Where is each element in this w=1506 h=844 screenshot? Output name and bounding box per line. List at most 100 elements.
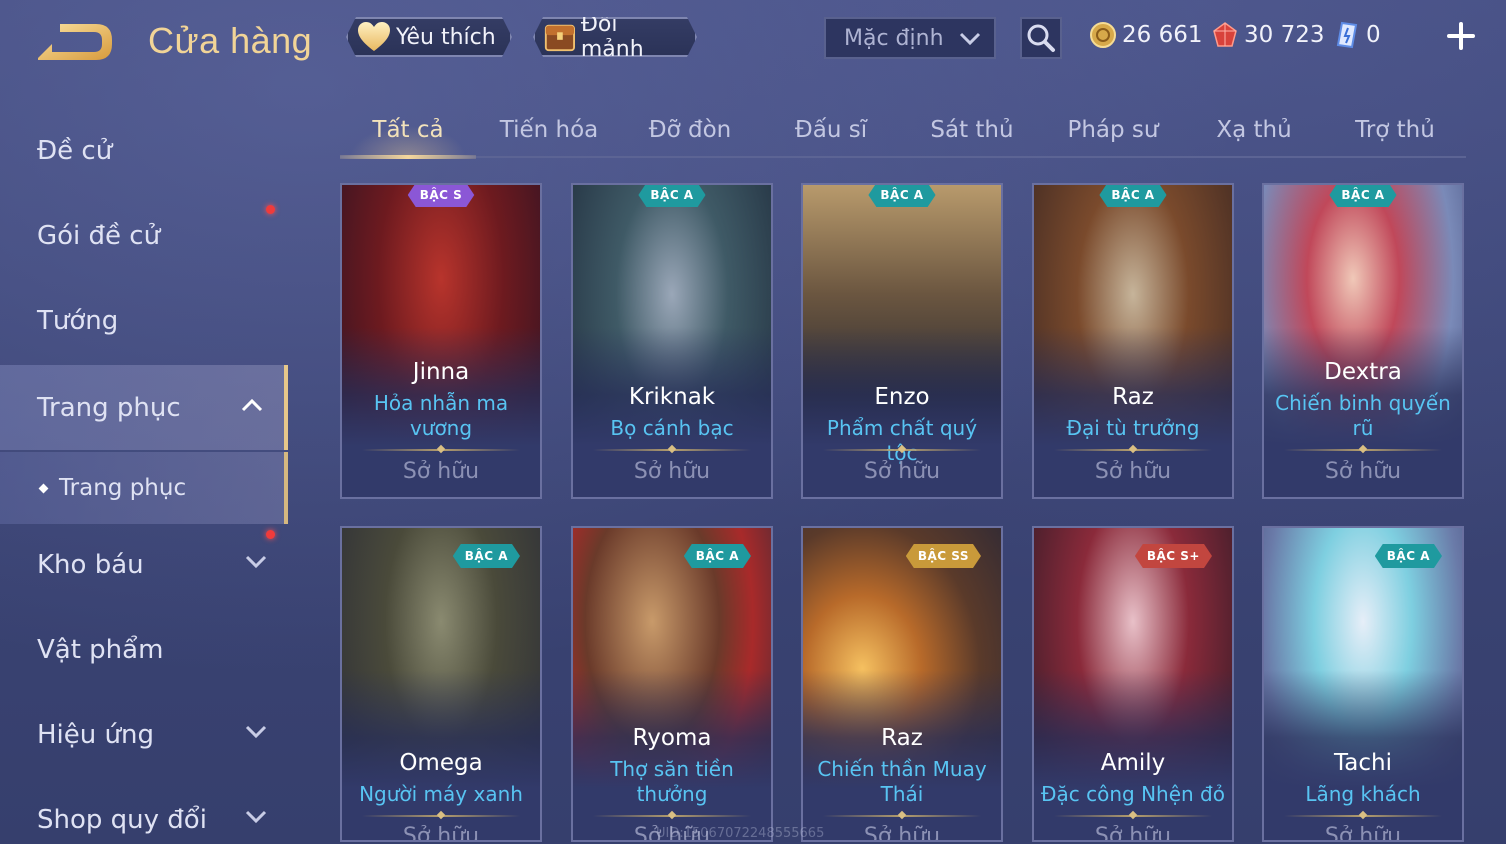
skin-name: Người máy xanh: [359, 782, 523, 806]
tab-label: Đỡ đòn: [648, 117, 732, 143]
chevron-up-icon: [241, 398, 263, 412]
sidebar-item-label: Hiệu ứng: [37, 719, 154, 750]
tier-badge: BẬC A: [868, 183, 935, 207]
sort-value: Mặc định: [844, 25, 944, 51]
ruby-amount: 30 723: [1244, 22, 1325, 48]
sidebar-item-label: Vật phẩm: [37, 634, 164, 665]
ruby-gem-icon: [1213, 22, 1237, 47]
tier-badge: BẬC SS: [906, 544, 981, 568]
tier-badge: BẬC A: [1329, 183, 1396, 207]
tab-fighter[interactable]: Đấu sĩ: [763, 104, 899, 156]
tab-assassin[interactable]: Sát thủ: [904, 104, 1040, 156]
tier-badge: BẬC A: [1375, 544, 1442, 568]
shard-exchange-label: Đổi mảnh: [580, 12, 644, 62]
ownership-status: Sở hữu: [1094, 459, 1172, 484]
hero-name: Amily: [1100, 750, 1166, 776]
hero-name: Omega: [399, 750, 483, 776]
page-title: Cửa hàng: [148, 20, 313, 61]
gold-balance: 26 661: [1090, 18, 1202, 52]
sidebar-item-effects[interactable]: Hiệu ứng: [0, 692, 288, 777]
uid-watermark: UID:15067072248555665: [656, 826, 825, 841]
tier-badge: BẬC S+: [1135, 544, 1212, 568]
skin-card[interactable]: BẬC A Dextra Chiến binh quyến rũ Sở hữu: [1262, 183, 1464, 499]
skin-card[interactable]: BẬC SS Raz Chiến thần Muay Thái Sở hữu: [801, 526, 1003, 842]
skin-name: Thợ săn tiền thưởng: [610, 757, 734, 806]
sidebar-item-items[interactable]: Vật phẩm: [0, 607, 288, 692]
card-divider: [1054, 815, 1212, 817]
tab-label: Pháp sư: [1067, 117, 1159, 143]
ownership-status: Sở hữu: [1324, 459, 1402, 484]
skin-grid: BẬC S Jinna Hỏa nhẫn ma vương Sở hữu BẬC…: [340, 183, 1470, 844]
tab-label: Xạ thủ: [1216, 117, 1292, 143]
sidebar-item-heroes[interactable]: Tướng: [0, 278, 288, 363]
heart-icon: [356, 21, 392, 53]
notification-dot: [266, 205, 275, 214]
tier-badge: BẬC A: [453, 544, 520, 568]
sidebar-item-label: Tướng: [37, 305, 119, 336]
tab-tank[interactable]: Đỡ đòn: [622, 104, 758, 156]
skin-card[interactable]: BẬC S+ Amily Đặc công Nhện đỏ Sở hữu: [1032, 526, 1234, 842]
skin-name: Lãng khách: [1305, 782, 1421, 806]
card-divider: [823, 449, 981, 451]
tab-label: Đấu sĩ: [794, 117, 868, 143]
ownership-status: Sở hữu: [863, 824, 941, 842]
sidebar-item-recommended[interactable]: Đề cử: [0, 108, 288, 193]
hero-name: Kriknak: [628, 384, 716, 410]
ownership-status: Sở hữu: [633, 459, 711, 484]
sidebar-item-skins[interactable]: Trang phục: [0, 365, 288, 450]
voucher-crystal-icon: [1336, 21, 1358, 49]
sidebar-subitem-skins[interactable]: Trang phục: [0, 452, 288, 524]
notification-dot: [266, 530, 275, 539]
sort-dropdown[interactable]: Mặc định: [824, 17, 996, 59]
card-divider: [593, 815, 751, 817]
card-divider: [1054, 449, 1212, 451]
search-button[interactable]: [1020, 17, 1062, 59]
skin-card[interactable]: BẬC A Ryoma Thợ săn tiền thưởng Sở hữu: [571, 526, 773, 842]
sidebar-item-label: Trang phục: [59, 475, 187, 501]
back-button[interactable]: [36, 20, 116, 64]
hero-name: Enzo: [874, 384, 930, 410]
bullet-icon: [38, 483, 49, 493]
skin-card[interactable]: BẬC A Enzo Phẩm chất quý tộc Sở hữu: [801, 183, 1003, 499]
hero-name: Jinna: [412, 359, 470, 385]
tab-label: Sát thủ: [930, 117, 1014, 143]
favorites-button[interactable]: Yêu thích: [346, 17, 512, 57]
skin-card[interactable]: BẬC A Raz Đại tù trưởng Sở hữu: [1032, 183, 1234, 499]
sidebar-item-exchange-shop[interactable]: Shop quy đổi: [0, 777, 288, 844]
skin-name: Đại tù trưởng: [1066, 416, 1200, 440]
card-divider: [593, 449, 751, 451]
tier-badge: BẬC A: [1099, 183, 1166, 207]
gold-coin-icon: [1090, 22, 1116, 48]
tab-marksman[interactable]: Xạ thủ: [1186, 104, 1322, 156]
card-divider: [1284, 449, 1442, 451]
sidebar-item-label: Gói đề cử: [37, 220, 161, 251]
skin-card[interactable]: BẬC A Omega Người máy xanh Sở hữu: [340, 526, 542, 842]
sidebar-item-recommended-bundles[interactable]: Gói đề cử: [0, 193, 288, 278]
chevron-down-icon: [959, 32, 981, 46]
hero-name: Ryoma: [632, 725, 712, 751]
tab-mage[interactable]: Pháp sư: [1045, 104, 1181, 156]
tab-all[interactable]: Tất cả: [340, 104, 476, 159]
skin-card[interactable]: BẬC A Tachi Lãng khách Sở hữu: [1262, 526, 1464, 842]
card-divider: [362, 815, 520, 817]
skin-card[interactable]: BẬC S Jinna Hỏa nhẫn ma vương Sở hữu: [340, 183, 542, 499]
role-filter-tabs: Tất cả Tiến hóa Đỡ đòn Đấu sĩ Sát thủ Ph…: [340, 104, 1466, 159]
sidebar-item-treasure[interactable]: Kho báu: [0, 522, 288, 607]
tab-label: Tiến hóa: [499, 117, 599, 143]
tab-label: Tất cả: [372, 117, 444, 143]
gold-amount: 26 661: [1122, 22, 1203, 48]
tier-badge: BẬC S: [408, 183, 475, 207]
voucher-amount: 0: [1366, 22, 1381, 48]
sidebar: Đề cử Gói đề cử Tướng Trang phục Trang p…: [0, 108, 290, 844]
favorites-label: Yêu thích: [396, 24, 496, 50]
skin-card[interactable]: BẬC A Kriknak Bọ cánh bạc Sở hữu: [571, 183, 773, 499]
sidebar-item-label: Shop quy đổi: [37, 804, 207, 835]
top-up-button[interactable]: [1443, 18, 1479, 54]
chevron-down-icon: [245, 555, 267, 569]
sidebar-item-label: Trang phục: [37, 392, 181, 423]
skin-name: Bọ cánh bạc: [610, 416, 734, 440]
tab-support[interactable]: Trợ thủ: [1327, 104, 1463, 156]
ownership-status: Sở hữu: [402, 459, 480, 484]
shard-exchange-button[interactable]: Đổi mảnh: [533, 17, 697, 57]
tab-evolution[interactable]: Tiến hóa: [481, 104, 617, 156]
